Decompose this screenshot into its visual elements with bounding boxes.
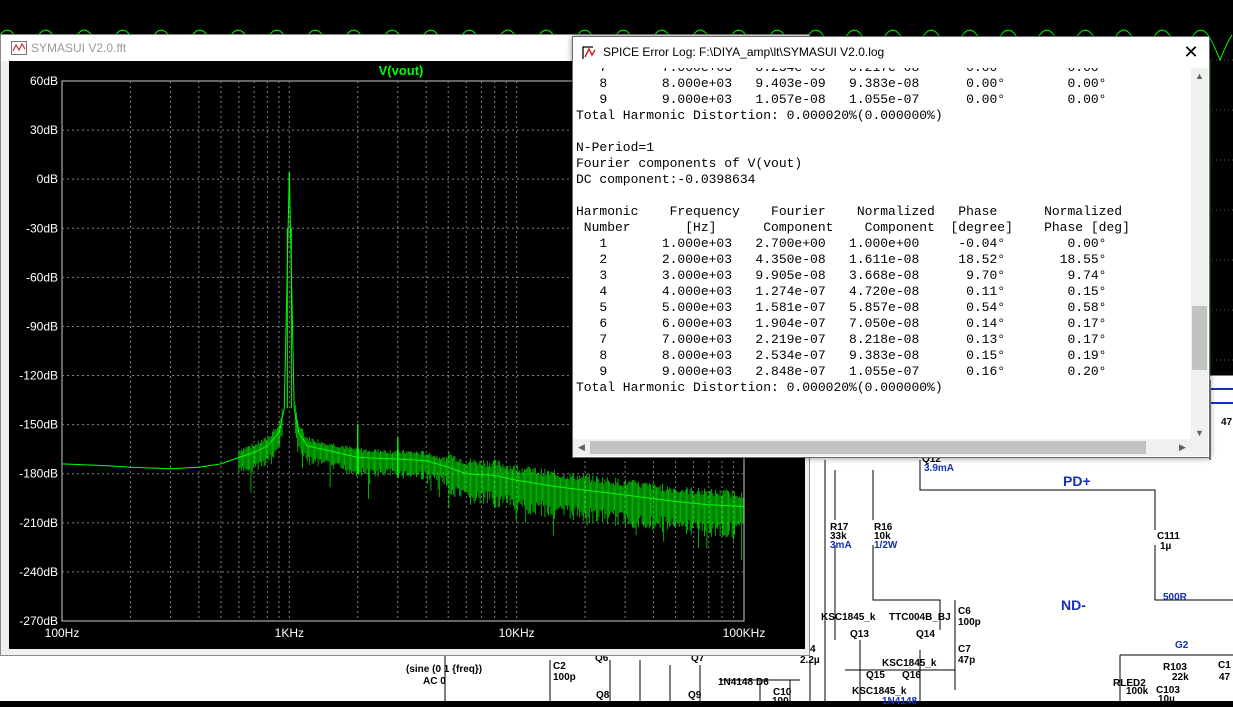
vertical-scrollbar[interactable]: ▲ ▼ [1191, 68, 1208, 442]
ltspice-icon [582, 46, 596, 59]
log-line: 7 7.000e+03 8.234e-09 8.217e-08 0.00° 0.… [576, 68, 1130, 76]
log-line: Total Harmonic Distortion: 0.000020%(0.0… [576, 108, 943, 123]
x-tick-label: 100KHz [723, 626, 766, 640]
y-tick-label: -210dB [19, 516, 58, 530]
y-tick-label: 0dB [37, 172, 58, 186]
log-line: 7 7.000e+03 2.219e-07 8.218e-08 0.13° 0.… [576, 332, 1107, 347]
schematic-label: KSC1845_k [821, 612, 876, 623]
log-line: DC component:-0.0398634 [576, 172, 756, 187]
schematic-label: G2 [1175, 640, 1189, 651]
log-line: 3 3.000e+03 9.905e-08 3.668e-08 9.70° 9.… [576, 268, 1107, 283]
schematic-label: Q15 [866, 670, 885, 681]
y-tick-label: -90dB [26, 319, 58, 333]
schematic-label: C7 [958, 644, 971, 655]
log-line: Harmonic Frequency Fourier Normalized Ph… [576, 204, 1123, 219]
log-line: Total Harmonic Distortion: 0.000020%(0.0… [576, 380, 943, 395]
log-line: 6 6.000e+03 1.904e-07 7.050e-08 0.14° 0.… [576, 316, 1107, 331]
schematic-label: 100 [772, 696, 789, 707]
spice-log-text[interactable]: 7 7.000e+03 8.234e-09 8.217e-08 0.00° 0.… [576, 68, 1191, 442]
schematic-label: AC 0 [423, 676, 446, 687]
fft-x-axis: 100Hz 1KHz 10KHz 100KHz [45, 626, 766, 640]
schematic-label: C1 [1218, 660, 1231, 671]
schematic-label: 2.2µ [800, 655, 820, 666]
schematic-label: 3mA [830, 540, 852, 551]
schematic-label: 47p [958, 655, 976, 666]
y-tick-label: -120dB [19, 369, 58, 383]
schematic-label: Q13 [850, 629, 869, 640]
schematic-label: 500R [1163, 592, 1187, 603]
schematic-label: 22k [1172, 672, 1189, 683]
schematic-label: 100p [958, 617, 981, 628]
schematic-label: 1µ [1160, 541, 1172, 552]
schematic-label: 1N4148 [882, 696, 918, 707]
y-tick-label: 60dB [30, 74, 58, 88]
net-label: PD+ [1063, 473, 1091, 489]
x-tick-label: 1KHz [275, 626, 304, 640]
schematic-label: Q16 [902, 670, 921, 681]
log-line: 4 4.000e+03 1.274e-07 4.720e-08 0.11° 0.… [576, 284, 1107, 299]
schematic-label: 1N4148 [718, 677, 754, 688]
schematic-label: 4 [810, 644, 816, 655]
spice-log-title: SPICE Error Log: F:\DIYA_amp\lt\SYMASUI … [603, 45, 885, 59]
schematic-label: 100k [1126, 686, 1149, 697]
scroll-right-icon[interactable]: ▶ [1174, 439, 1191, 456]
y-tick-label: -180dB [19, 467, 58, 481]
schematic-label: 47 [1219, 672, 1231, 683]
fft-trace-label[interactable]: V(vout) [379, 63, 424, 78]
close-icon[interactable]: ✕ [1179, 41, 1203, 65]
x-tick-label: 100Hz [45, 626, 80, 640]
net-label: ND- [1061, 597, 1086, 613]
schematic-label: 100p [553, 672, 576, 683]
fft-y-axis: 60dB 30dB 0dB -30dB -60dB -90dB -120dB -150dB -1… [19, 74, 58, 628]
x-tick-label: 10KHz [499, 626, 535, 640]
log-line: 9 9.000e+03 2.848e-07 1.055e-07 0.16° 0.… [576, 364, 1107, 379]
schematic-label: 47 [1221, 417, 1233, 428]
schematic-label: 10µ [1158, 694, 1175, 705]
schematic-label: C2 [553, 661, 566, 672]
log-line: 1 1.000e+03 2.700e+00 1.000e+00 -0.04° 0… [576, 236, 1107, 251]
y-tick-label: 30dB [30, 123, 58, 137]
y-tick-label: -150dB [19, 418, 58, 432]
scroll-up-icon[interactable]: ▲ [1191, 68, 1208, 85]
schematic-label: D6 [756, 677, 769, 688]
fft-window-icon [11, 41, 27, 55]
horizontal-scrollbar-thumb[interactable] [590, 441, 1146, 454]
schematic-label: TTC004B_BJ [889, 612, 951, 623]
schematic-label: 3.9mA [924, 463, 955, 474]
scrollbar-corner [1191, 439, 1208, 456]
fft-window-title: SYMASUI V2.0.fft [31, 41, 127, 55]
schematic-label: Q8 [596, 690, 610, 701]
horizontal-scrollbar[interactable]: ◀ ▶ [573, 439, 1191, 456]
scroll-left-icon[interactable]: ◀ [573, 439, 590, 456]
spice-log-window[interactable]: SPICE Error Log: F:\DIYA_amp\lt\SYMASUI … [572, 36, 1210, 458]
schematic-label: KSC1845_k [882, 658, 937, 669]
log-line: 8 8.000e+03 9.403e-09 9.383e-08 0.00° 0.… [576, 76, 1107, 91]
log-line: 2 2.000e+03 4.350e-08 1.611e-08 18.52° 1… [576, 252, 1107, 267]
schematic-label: C6 [958, 606, 971, 617]
log-line: Fourier components of V(vout) [576, 156, 803, 171]
schematic-label: Q9 [688, 690, 702, 701]
schematic-label: 1/2W [874, 540, 898, 551]
log-line: Number [Hz] Component Component [degree]… [576, 220, 1130, 235]
log-line: 8 8.000e+03 2.534e-07 9.383e-08 0.15° 0.… [576, 348, 1107, 363]
y-tick-label: -60dB [26, 270, 58, 284]
log-line: 5 5.000e+03 1.581e-07 5.857e-08 0.54° 0.… [576, 300, 1107, 315]
log-line: 9 9.000e+03 1.057e-08 1.055e-07 0.00° 0.… [576, 92, 1107, 107]
schematic-label: Q14 [916, 629, 935, 640]
schematic-label: (sine (0 1 {freq}) [406, 664, 483, 675]
y-tick-label: -30dB [26, 221, 58, 235]
vertical-scrollbar-thumb[interactable] [1192, 306, 1207, 370]
spice-log-titlebar[interactable]: SPICE Error Log: F:\DIYA_amp\lt\SYMASUI … [573, 37, 1209, 68]
y-tick-label: -240dB [19, 565, 58, 579]
log-line: N-Period=1 [576, 140, 655, 155]
